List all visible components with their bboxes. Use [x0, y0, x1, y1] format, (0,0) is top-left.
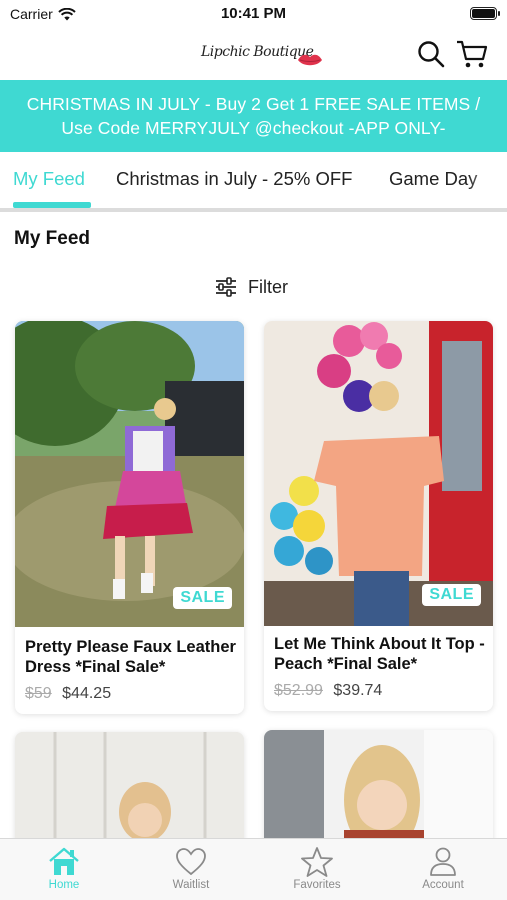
nav-account[interactable]: Account: [398, 845, 488, 891]
filter-button[interactable]: Filter: [214, 274, 288, 300]
nav-favorites-label: Favorites: [293, 879, 341, 891]
product-photo: [15, 732, 244, 852]
tabs-fade: [467, 152, 507, 208]
promo-line-1: CHRISTMAS IN JULY - Buy 2 Get 1 FREE SAL…: [26, 94, 481, 114]
sale-price: $44.25: [62, 685, 112, 702]
nav-waitlist-label: Waitlist: [172, 879, 210, 891]
product-card[interactable]: [15, 732, 244, 852]
price-row: $59 $44.25: [25, 685, 111, 703]
tabs-divider: [0, 208, 507, 212]
lips-icon: [298, 54, 322, 66]
product-image[interactable]: SALE: [264, 321, 493, 626]
product-card[interactable]: [264, 730, 493, 852]
category-tabs: My Feed Christmas in July - 25% OFF Game…: [0, 152, 507, 208]
nav-account-label: Account: [422, 879, 464, 891]
nav-home-label: Home: [48, 879, 80, 891]
heart-icon: [176, 848, 206, 876]
product-image[interactable]: SALE: [15, 321, 244, 627]
product-photo: [264, 321, 493, 626]
cart-button[interactable]: [456, 38, 488, 70]
cart-icon: [457, 40, 488, 68]
tab-game-day[interactable]: Game Day: [389, 168, 477, 190]
home-icon: [49, 847, 79, 875]
app-header: Lipchic Boutique: [0, 30, 507, 80]
nav-favorites[interactable]: Favorites: [272, 845, 362, 891]
original-price: $59: [25, 685, 52, 702]
person-icon: [430, 847, 456, 876]
product-image[interactable]: [264, 730, 493, 852]
filter-label: Filter: [248, 276, 288, 297]
promo-banner[interactable]: CHRISTMAS IN JULY - Buy 2 Get 1 FREE SAL…: [0, 80, 507, 152]
product-name[interactable]: Let Me Think About It Top - Peach *Final…: [274, 634, 485, 674]
product-card[interactable]: SALE Let Me Think About It Top - Peach *…: [264, 321, 493, 711]
product-name[interactable]: Pretty Please Faux Leather Dress *Final …: [25, 637, 236, 677]
sliders-icon: [216, 277, 236, 297]
promo-line-2: Use Code MERRYJULY @checkout -APP ONLY-: [61, 118, 446, 138]
status-bar: Carrier 10:41 PM: [0, 0, 507, 30]
bottom-nav: Home Waitlist Favorites Account: [0, 838, 507, 900]
sale-badge: SALE: [173, 587, 232, 609]
product-photo: [264, 730, 493, 852]
search-button[interactable]: [415, 38, 447, 70]
section-title: My Feed: [14, 228, 91, 249]
brand-logo[interactable]: Lipchic Boutique: [195, 36, 325, 74]
original-price: $52.99: [274, 682, 323, 699]
sale-price: $39.74: [333, 682, 383, 699]
price-row: $52.99 $39.74: [274, 682, 382, 700]
tab-my-feed[interactable]: My Feed: [13, 168, 85, 190]
tab-christmas-in-july[interactable]: Christmas in July - 25% OFF: [116, 168, 352, 190]
search-icon: [418, 41, 445, 68]
nav-home[interactable]: Home: [19, 845, 109, 891]
status-time: 10:41 PM: [220, 5, 287, 22]
nav-waitlist[interactable]: Waitlist: [146, 845, 236, 891]
product-image[interactable]: [15, 732, 244, 852]
sale-badge: SALE: [422, 584, 481, 606]
battery-icon: [470, 7, 500, 20]
product-photo: [15, 321, 244, 627]
product-card[interactable]: SALE Pretty Please Faux Leather Dress *F…: [15, 321, 244, 714]
star-icon: [301, 847, 333, 877]
